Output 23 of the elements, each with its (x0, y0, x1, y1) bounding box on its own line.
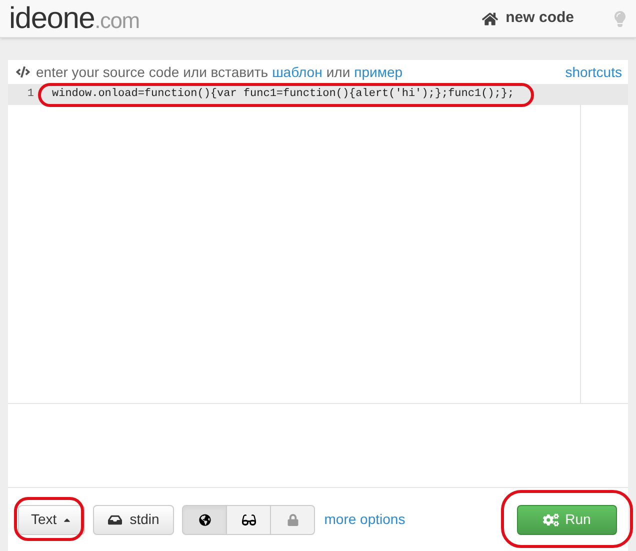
code-line: window.onload=function(){var func1=function(){alert('hi');};func1();}; (52, 89, 514, 100)
site-logo[interactable]: ideone.com (9, 4, 140, 34)
more-options-link[interactable]: more options (324, 509, 406, 530)
template-link[interactable]: шаблон (272, 62, 322, 82)
globe-icon (198, 514, 211, 526)
or-text: или (326, 62, 350, 82)
example-link[interactable]: пример (354, 62, 403, 82)
visibility-toggle[interactable] (270, 504, 316, 534)
home-icon (482, 10, 498, 26)
code-icon (16, 65, 30, 79)
inbox-icon (108, 512, 122, 526)
stdin-button[interactable]: stdin (92, 504, 174, 534)
gears-icon (543, 512, 560, 528)
visibility-toggle[interactable] (182, 504, 228, 534)
lock-icon (286, 514, 299, 526)
glasses-icon (242, 512, 256, 526)
line-number: 1 (26, 87, 34, 102)
visibility-toggle[interactable] (226, 504, 272, 534)
editor-prompt: enter your source code или вставить (36, 62, 268, 82)
shortcuts-link[interactable]: shortcuts (565, 62, 622, 82)
language-dropdown[interactable]: Text (18, 504, 85, 534)
new-code-link[interactable]: new code (482, 7, 574, 30)
code-editor[interactable]: 1 window.onload=function(){var func1=function(){alert('hi');};func1();}; (8, 84, 628, 404)
